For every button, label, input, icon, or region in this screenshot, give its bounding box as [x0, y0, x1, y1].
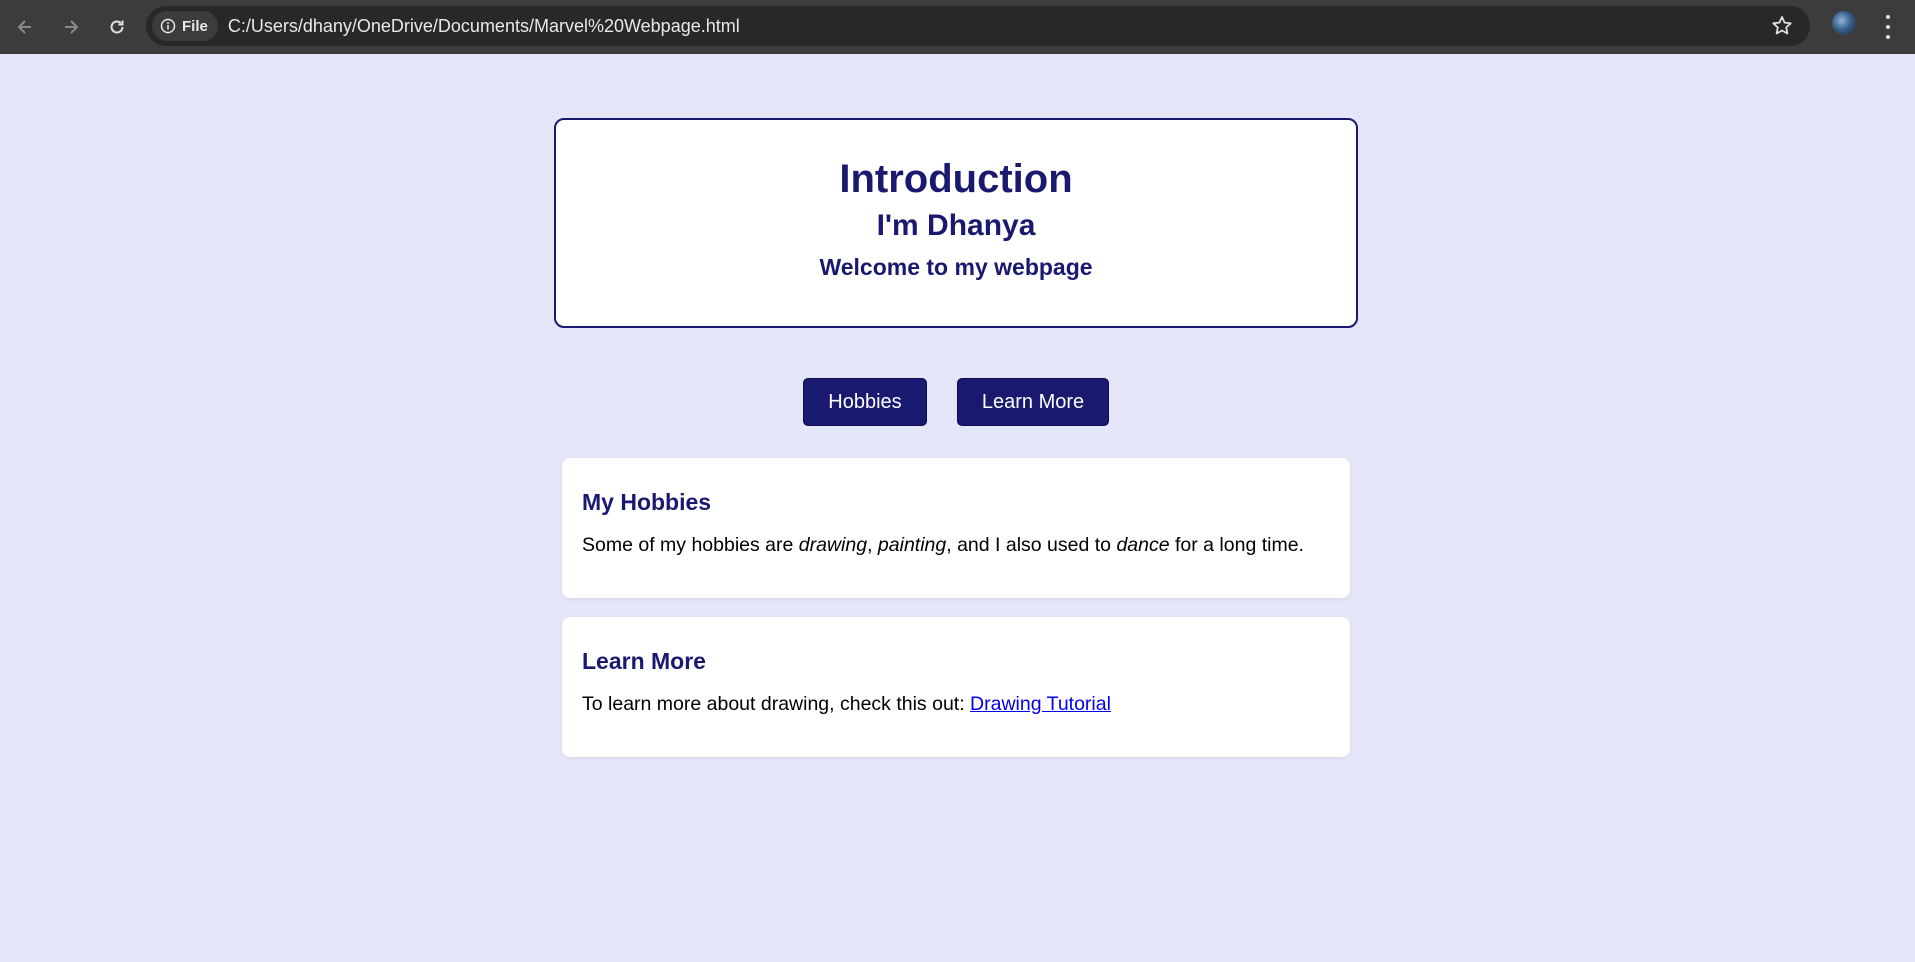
button-row: Hobbies Learn More: [0, 378, 1915, 426]
profile-avatar[interactable]: [1832, 11, 1856, 35]
hobbies-section: My Hobbies Some of my hobbies are drawin…: [562, 458, 1350, 598]
browser-toolbar: File C:/Users/dhany/OneDrive/Documents/M…: [0, 0, 1915, 54]
info-icon: [160, 18, 176, 34]
page-title: Introduction: [839, 157, 1073, 201]
drawing-tutorial-link[interactable]: Drawing Tutorial: [970, 693, 1111, 715]
intro-card: Introduction I'm Dhanya Welcome to my we…: [554, 118, 1358, 328]
site-chip-label: File: [182, 17, 208, 35]
hobbies-heading: My Hobbies: [582, 489, 712, 515]
arrow-right-icon: [65, 20, 79, 34]
hobbies-button[interactable]: Hobbies: [803, 378, 927, 426]
forward-button[interactable]: [56, 12, 86, 42]
learn-more-text: To learn more about drawing, check this …: [582, 693, 1111, 715]
kebab-menu-icon[interactable]: [1878, 13, 1898, 41]
back-button[interactable]: [10, 12, 40, 42]
reload-button[interactable]: [102, 12, 132, 42]
learn-more-section: Learn More To learn more about drawing, …: [562, 617, 1350, 757]
address-bar[interactable]: File C:/Users/dhany/OneDrive/Documents/M…: [146, 6, 1810, 46]
learn-more-button[interactable]: Learn More: [957, 378, 1109, 426]
intro-subtitle: I'm Dhanya: [876, 209, 1036, 242]
learn-more-heading: Learn More: [582, 648, 706, 674]
site-info-chip[interactable]: File: [152, 11, 218, 41]
url-text[interactable]: C:/Users/dhany/OneDrive/Documents/Marvel…: [228, 16, 740, 37]
intro-tagline: Welcome to my webpage: [819, 254, 1093, 280]
hobbies-text: Some of my hobbies are drawing, painting…: [582, 534, 1304, 556]
reload-icon: [110, 20, 124, 34]
star-icon[interactable]: [1770, 14, 1794, 38]
arrow-left-icon: [17, 20, 31, 34]
